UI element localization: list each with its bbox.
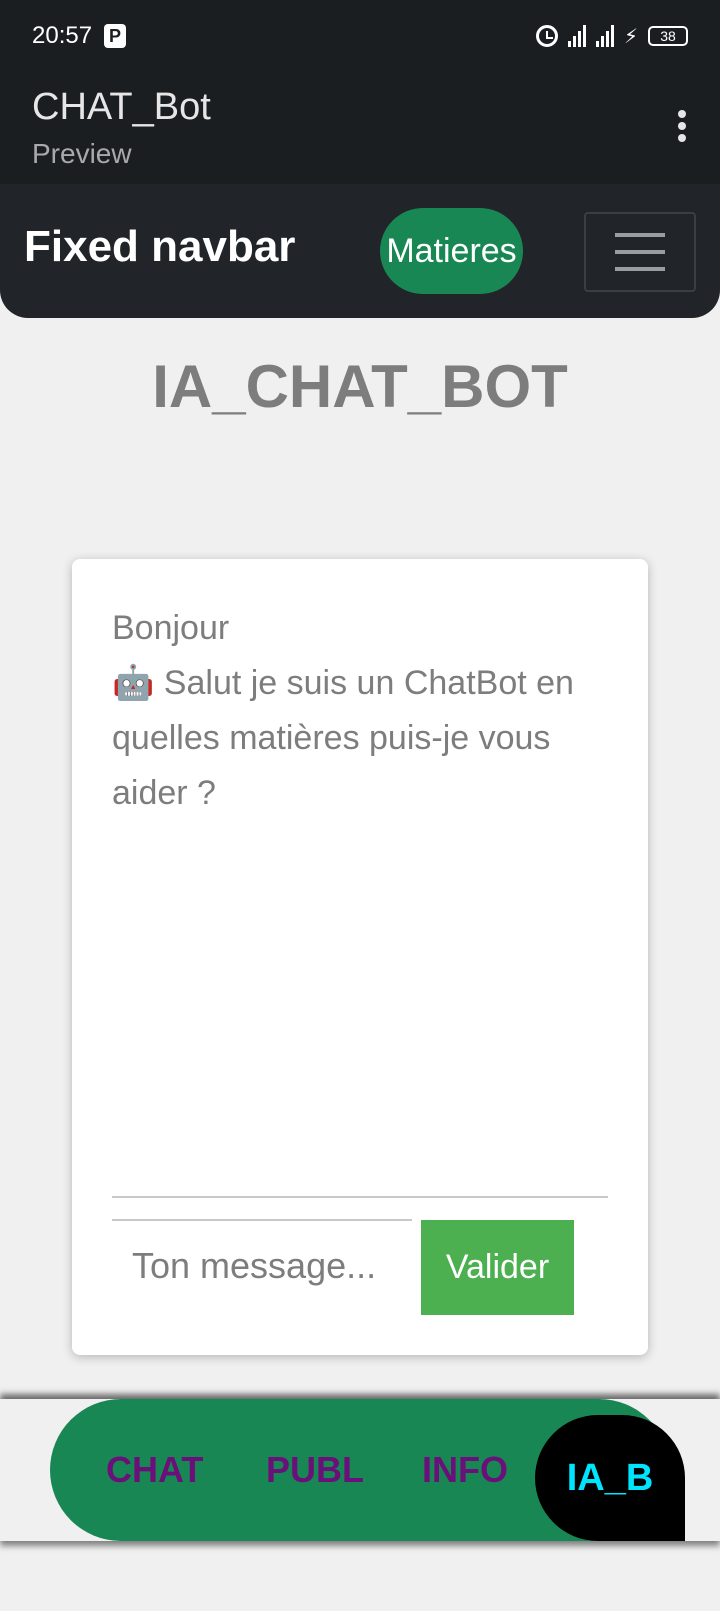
kebab-icon[interactable] — [678, 110, 686, 146]
nav-item-info[interactable]: INFO — [422, 1399, 508, 1541]
nav-item-chat[interactable]: CHAT — [106, 1399, 203, 1541]
message-divider — [112, 1196, 608, 1198]
status-bar: 20:57 P ⚡ 38 — [0, 0, 720, 72]
bottom-nav-bar: CHAT PUBL INFO IA_B — [0, 1399, 720, 1541]
nav-item-ia-b[interactable]: IA_B — [535, 1415, 685, 1541]
app-bar: CHAT_Bot Preview — [0, 72, 720, 184]
chat-card: Bonjour 🤖 Salut je suis un ChatBot en qu… — [72, 559, 648, 1355]
p-badge-icon: P — [104, 24, 126, 48]
signal-icon — [567, 25, 586, 47]
battery-icon: 38 — [648, 26, 688, 46]
matieres-button[interactable]: Matieres — [380, 208, 523, 294]
app-title: CHAT_Bot — [32, 86, 211, 128]
status-icons: ⚡ 38 — [535, 20, 688, 52]
navbar-brand[interactable]: Fixed navbar — [24, 222, 295, 272]
bolt-icon: ⚡ — [623, 25, 638, 48]
message-area: Bonjour 🤖 Salut je suis un ChatBot en qu… — [112, 601, 612, 821]
alarm-icon — [535, 25, 558, 47]
status-time: 20:57 — [32, 22, 93, 49]
page-title: IA_CHAT_BOT — [152, 353, 568, 420]
bot-message: 🤖 Salut je suis un ChatBot en quelles ma… — [112, 656, 612, 821]
robot-icon: 🤖 — [112, 664, 155, 702]
signal-icon — [595, 25, 614, 47]
bot-message-text: Salut je suis un ChatBot en quelles mati… — [112, 664, 574, 812]
app-subtitle: Preview — [32, 138, 132, 169]
navbar: Fixed navbar Matieres — [0, 184, 720, 318]
valider-button[interactable]: Valider — [421, 1220, 574, 1315]
message-input[interactable] — [112, 1219, 412, 1311]
hamburger-icon[interactable] — [584, 212, 696, 292]
nav-item-publ[interactable]: PUBL — [266, 1399, 364, 1541]
greeting-message: Bonjour — [112, 609, 230, 647]
